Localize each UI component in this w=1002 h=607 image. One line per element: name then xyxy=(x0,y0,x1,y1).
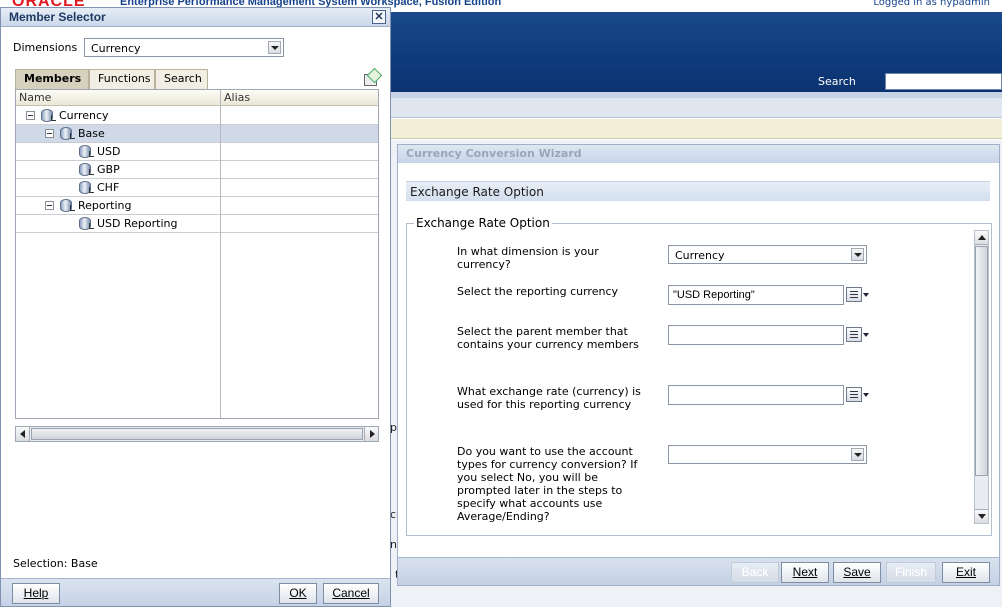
cancel-button[interactable]: Cancel xyxy=(323,583,379,604)
tree-row-reporting[interactable]: Reporting xyxy=(16,197,378,215)
member-tree-grid: Name Alias Currency Base USD GBP CHF Rep… xyxy=(15,89,379,419)
workspace-toolbar-band xyxy=(391,98,1002,118)
back-button[interactable]: Back xyxy=(731,562,779,583)
tree-row-label: USD xyxy=(97,145,121,158)
dimension-member-icon xyxy=(59,126,75,141)
question-account-types: Do you want to use the account types for… xyxy=(457,445,638,523)
currency-dimension-select[interactable]: Currency xyxy=(668,245,867,264)
tree-row-label: GBP xyxy=(97,163,120,176)
scroll-thumb[interactable] xyxy=(975,246,988,476)
selection-status: Selection: Base xyxy=(13,557,98,570)
scroll-right-icon[interactable] xyxy=(364,427,378,441)
logged-in-status: Logged in as hypadmin xyxy=(873,0,990,8)
dropdown-arrow-icon[interactable] xyxy=(851,448,864,461)
close-icon[interactable]: ✕ xyxy=(372,10,386,24)
tab-functions[interactable]: Functions xyxy=(89,69,155,89)
next-button[interactable]: Next xyxy=(781,562,829,583)
scroll-left-icon[interactable] xyxy=(16,427,30,441)
options-icon[interactable] xyxy=(363,70,379,86)
workspace-search-label: Search xyxy=(818,75,856,88)
scroll-down-icon[interactable] xyxy=(975,509,988,523)
tree-row-chf[interactable]: CHF xyxy=(16,179,378,197)
tab-members[interactable]: Members xyxy=(15,69,89,89)
save-button-label: Save xyxy=(843,565,871,579)
reporting-currency-input[interactable] xyxy=(668,285,844,305)
member-picker-icon[interactable] xyxy=(845,386,869,404)
tree-row-label: CHF xyxy=(97,181,120,194)
tree-row-gbp[interactable]: GBP xyxy=(16,161,378,179)
question-currency-dimension: In what dimension is your currency? xyxy=(457,245,599,271)
dimensions-value: Currency xyxy=(91,42,141,55)
tree-row-label: USD Reporting xyxy=(97,217,178,230)
tree-horizontal-scrollbar[interactable] xyxy=(15,426,379,442)
parent-member-input[interactable] xyxy=(668,325,844,345)
cancel-button-label: Cancel xyxy=(332,586,370,600)
tree-row-usd-reporting[interactable]: USD Reporting xyxy=(16,215,378,233)
member-picker-icon[interactable] xyxy=(845,286,869,304)
dropdown-arrow-icon[interactable] xyxy=(851,248,864,261)
tree-row-label: Currency xyxy=(59,109,109,122)
fieldset-legend: Exchange Rate Option xyxy=(414,216,552,230)
dimension-member-icon xyxy=(78,216,94,231)
workspace-tab-band xyxy=(391,119,1002,139)
account-types-select[interactable] xyxy=(668,445,867,464)
scroll-up-icon[interactable] xyxy=(975,231,988,245)
tree-row-label: Reporting xyxy=(78,199,132,212)
ok-button[interactable]: OK xyxy=(279,583,317,604)
tree-row-label: Base xyxy=(78,127,105,140)
tree-row-usd[interactable]: USD xyxy=(16,143,378,161)
dimension-member-icon xyxy=(40,108,56,123)
tree-row-currency[interactable]: Currency xyxy=(16,107,378,125)
dimension-member-icon xyxy=(59,198,75,213)
workspace-search-input[interactable] xyxy=(885,73,1002,90)
tab-search[interactable]: Search xyxy=(155,69,208,89)
member-selector-dialog: Member Selector ✕ Dimensions Currency Me… xyxy=(0,7,391,607)
dimension-member-icon xyxy=(78,162,94,177)
member-selector-title: Member Selector xyxy=(1,8,390,27)
ok-button-label: OK xyxy=(289,586,307,600)
question-exchange-rate: What exchange rate (currency) is used fo… xyxy=(457,385,641,411)
exit-button-label: Exit xyxy=(955,565,976,579)
wizard-section-header: Exchange Rate Option xyxy=(406,181,990,201)
collapse-icon[interactable] xyxy=(45,129,54,138)
background-text-fragment: p xyxy=(390,421,397,434)
column-header-alias[interactable]: Alias xyxy=(224,91,250,104)
exchange-rate-input[interactable] xyxy=(668,385,844,405)
tree-header: Name Alias xyxy=(16,90,378,106)
next-button-label: Next xyxy=(792,565,818,579)
question-reporting-currency: Select the reporting currency xyxy=(457,285,619,298)
exit-button[interactable]: Exit xyxy=(942,562,990,583)
question-parent-member: Select the parent member that contains y… xyxy=(457,325,639,351)
dropdown-arrow-icon[interactable] xyxy=(268,41,281,54)
column-divider[interactable] xyxy=(220,90,221,418)
member-picker-icon[interactable] xyxy=(845,326,869,344)
collapse-icon[interactable] xyxy=(45,201,54,210)
dimensions-label: Dimensions xyxy=(13,41,78,54)
help-button-label: Help xyxy=(23,586,49,600)
currency-conversion-wizard: Currency Conversion Wizard Exchange Rate… xyxy=(397,144,1000,586)
column-header-name[interactable]: Name xyxy=(19,91,51,104)
wizard-footer: Back Next Save Finish Exit xyxy=(398,557,999,585)
currency-dimension-value: Currency xyxy=(675,249,725,262)
dimensions-select[interactable]: Currency xyxy=(84,38,284,57)
collapse-icon[interactable] xyxy=(26,111,35,120)
member-selector-footer: Help OK Cancel xyxy=(1,578,390,606)
scroll-thumb[interactable] xyxy=(31,428,363,440)
dimension-member-icon xyxy=(78,180,94,195)
wizard-title: Currency Conversion Wizard xyxy=(398,145,999,163)
finish-button[interactable]: Finish xyxy=(886,562,937,583)
wizard-vertical-scrollbar[interactable] xyxy=(974,230,989,524)
help-button[interactable]: Help xyxy=(12,583,60,604)
tree-row-base[interactable]: Base xyxy=(16,125,378,143)
save-button[interactable]: Save xyxy=(833,562,881,583)
dimension-member-icon xyxy=(78,144,94,159)
